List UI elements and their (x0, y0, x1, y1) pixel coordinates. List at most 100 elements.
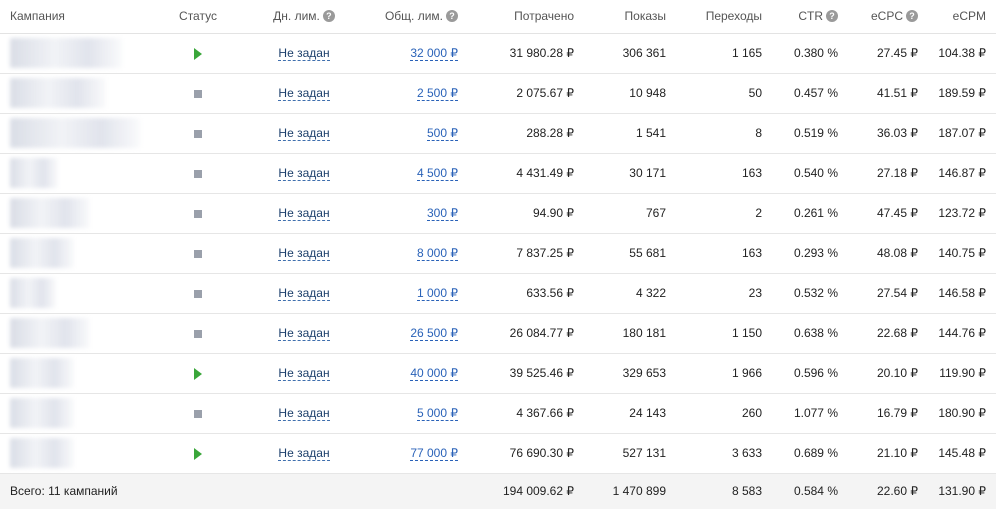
total-limit-cell: 32 000 ₽ (362, 33, 468, 74)
total-limit-link[interactable]: 77 000 ₽ (410, 446, 458, 461)
stop-icon[interactable] (194, 249, 202, 258)
play-icon[interactable] (194, 367, 202, 380)
total-limit-link[interactable]: 8 000 ₽ (417, 246, 458, 261)
table-row[interactable]: Не задан 4 500 ₽ 4 431.49 ₽30 171 163 0.540 … (0, 153, 996, 194)
daily-limit-link[interactable]: Не задан (278, 166, 330, 181)
campaign-name[interactable] (0, 73, 150, 114)
table-row[interactable]: Не задан 32 000 ₽ 31 980.28 ₽306 361 1 165 0… (0, 33, 996, 74)
stop-icon[interactable] (194, 289, 202, 298)
stop-icon[interactable] (194, 89, 202, 98)
campaign-name[interactable] (0, 113, 150, 154)
campaign-name[interactable] (0, 193, 150, 234)
campaign-name[interactable] (0, 433, 150, 474)
help-icon[interactable]: ? (826, 10, 838, 23)
table-row[interactable]: Не задан 2 500 ₽ 2 075.67 ₽10 948 50 0.457 %… (0, 73, 996, 114)
status-cell[interactable] (150, 193, 246, 234)
daily-limit-link[interactable]: Не задан (278, 126, 330, 141)
table-row[interactable]: Не задан 40 000 ₽ 39 525.46 ₽329 653 1 966 0… (0, 353, 996, 394)
help-icon[interactable]: ? (322, 10, 335, 23)
total-limit-link[interactable]: 1 000 ₽ (417, 286, 458, 301)
table-row[interactable]: Не задан 26 500 ₽ 26 084.77 ₽180 181 1 150 0… (0, 313, 996, 354)
totals-daily-limit (246, 473, 362, 509)
campaign-name[interactable] (0, 233, 150, 274)
spent-cell: 2 075.67 ₽ (468, 73, 584, 114)
daily-limit-cell: Не задан (246, 393, 362, 434)
col-ctr-label: CTR (798, 9, 823, 24)
stop-icon[interactable] (194, 329, 202, 338)
stop-icon[interactable] (194, 129, 202, 138)
total-limit-cell: 1 000 ₽ (362, 273, 468, 314)
daily-limit-link[interactable]: Не задан (278, 406, 330, 421)
ctr-cell: 0.380 % (772, 33, 848, 74)
total-limit-link[interactable]: 2 500 ₽ (417, 86, 458, 101)
spent-cell: 26 084.77 ₽ (468, 313, 584, 354)
col-spent[interactable]: Потрачено (468, 0, 584, 34)
status-cell[interactable] (150, 433, 246, 474)
daily-limit-link[interactable]: Не задан (278, 446, 330, 461)
total-limit-link[interactable]: 4 500 ₽ (417, 166, 458, 181)
total-limit-link[interactable]: 500 ₽ (427, 126, 458, 141)
daily-limit-link[interactable]: Не задан (278, 366, 330, 381)
status-cell[interactable] (150, 33, 246, 74)
total-limit-cell: 77 000 ₽ (362, 433, 468, 474)
col-impressions[interactable]: Показы (584, 0, 676, 34)
daily-limit-link[interactable]: Не задан (278, 206, 330, 221)
status-cell[interactable] (150, 73, 246, 114)
ctr-cell: 0.457 % (772, 73, 848, 114)
total-limit-link[interactable]: 40 000 ₽ (410, 366, 458, 381)
ecpc-cell: 27.18 ₽ (848, 153, 928, 194)
table-row[interactable]: Не задан 8 000 ₽ 7 837.25 ₽55 681 163 0.293 … (0, 233, 996, 274)
status-cell[interactable] (150, 393, 246, 434)
table-row[interactable]: Не задан 500 ₽ 288.28 ₽1 541 8 0.519 % 36.03 … (0, 113, 996, 154)
total-limit-link[interactable]: 26 500 ₽ (410, 326, 458, 341)
status-cell[interactable] (150, 273, 246, 314)
stop-icon[interactable] (194, 409, 202, 418)
campaign-name[interactable] (0, 33, 150, 74)
help-icon[interactable]: ? (446, 10, 458, 23)
col-daily-limit[interactable]: Дн. лим.? (246, 0, 362, 34)
ecpc-cell: 16.79 ₽ (848, 393, 928, 434)
campaign-name[interactable] (0, 273, 150, 314)
col-clicks[interactable]: Переходы (676, 0, 772, 34)
campaign-name[interactable] (0, 353, 150, 394)
table-row[interactable]: Не задан 1 000 ₽ 633.56 ₽4 322 23 0.532 % 27.… (0, 273, 996, 314)
help-icon[interactable]: ? (906, 10, 918, 23)
col-campaign[interactable]: Кампания (0, 0, 150, 34)
status-cell[interactable] (150, 153, 246, 194)
play-icon[interactable] (194, 447, 202, 460)
clicks-cell: 1 966 (676, 353, 772, 394)
total-limit-link[interactable]: 32 000 ₽ (410, 46, 458, 61)
table-row[interactable]: Не задан 300 ₽ 94.90 ₽767 2 0.261 % 47.45 ₽12… (0, 193, 996, 234)
stop-icon[interactable] (194, 209, 202, 218)
col-total-limit[interactable]: Общ. лим.? (362, 0, 468, 34)
status-cell[interactable] (150, 313, 246, 354)
play-icon[interactable] (194, 47, 202, 60)
campaign-name-redacted (10, 358, 74, 388)
col-status[interactable]: Статус (150, 0, 246, 34)
ecpm-cell: 145.48 ₽ (928, 433, 996, 474)
col-ctr[interactable]: CTR? (772, 0, 848, 34)
status-cell[interactable] (150, 353, 246, 394)
campaign-name-redacted (10, 278, 56, 308)
col-ecpm[interactable]: eCPM (928, 0, 996, 34)
daily-limit-link[interactable]: Не задан (278, 46, 330, 61)
col-ecpc[interactable]: eCPC? (848, 0, 928, 34)
daily-limit-link[interactable]: Не задан (278, 286, 330, 301)
clicks-cell: 2 (676, 193, 772, 234)
campaigns-table: Кампания Статус Дн. лим.? Общ. лим.? Пот… (0, 0, 996, 509)
stop-icon[interactable] (194, 169, 202, 178)
table-row[interactable]: Не задан 5 000 ₽ 4 367.66 ₽24 143 260 1.077 … (0, 393, 996, 434)
campaign-name[interactable] (0, 313, 150, 354)
col-spent-label: Потрачено (514, 9, 574, 24)
daily-limit-link[interactable]: Не задан (278, 86, 330, 101)
daily-limit-link[interactable]: Не задан (278, 246, 330, 261)
campaign-name[interactable] (0, 153, 150, 194)
ecpm-cell: 104.38 ₽ (928, 33, 996, 74)
campaign-name[interactable] (0, 393, 150, 434)
total-limit-link[interactable]: 5 000 ₽ (417, 406, 458, 421)
daily-limit-link[interactable]: Не задан (278, 326, 330, 341)
table-row[interactable]: Не задан 77 000 ₽ 76 690.30 ₽527 131 3 633 0… (0, 433, 996, 474)
total-limit-link[interactable]: 300 ₽ (427, 206, 458, 221)
status-cell[interactable] (150, 113, 246, 154)
status-cell[interactable] (150, 233, 246, 274)
